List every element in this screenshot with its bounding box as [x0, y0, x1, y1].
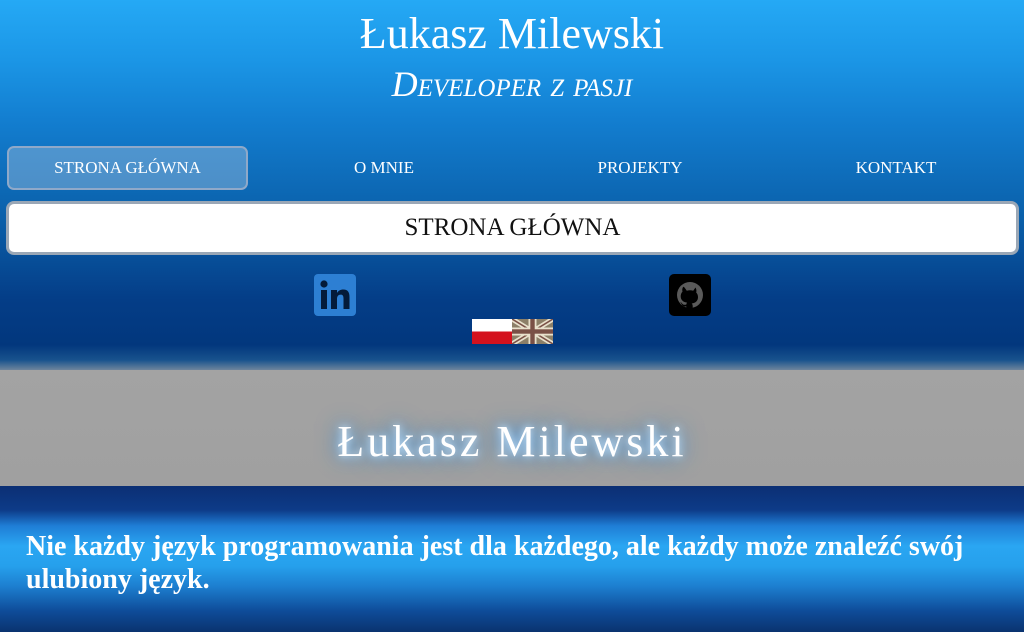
language-english[interactable]	[510, 316, 555, 347]
nav-item-projects[interactable]: Projekty	[520, 146, 760, 190]
github-link[interactable]	[669, 274, 711, 316]
polish-flag-icon	[472, 319, 513, 344]
nav-item-about[interactable]: O mnie	[264, 146, 504, 190]
site-subtitle: Developer z pasji	[391, 64, 633, 104]
nav-item-contact[interactable]: Kontakt	[776, 146, 1016, 190]
site-title: Łukasz Milewski	[359, 9, 665, 58]
linkedin-link[interactable]	[314, 274, 356, 316]
quote-text: Nie każdy język programowania jest dla k…	[26, 531, 964, 595]
language-polish[interactable]	[472, 319, 513, 344]
current-page-banner: STRONA GŁÓWNA	[6, 201, 1019, 255]
british-flag-icon	[510, 316, 555, 347]
github-icon	[669, 274, 711, 316]
linkedin-icon	[314, 274, 356, 316]
hero-title: Łukasz Milewski	[337, 417, 687, 466]
nav-item-home[interactable]: Strona Główna	[7, 146, 248, 190]
main-nav: Strona Główna O mnie Projekty Kontakt	[0, 146, 1024, 190]
